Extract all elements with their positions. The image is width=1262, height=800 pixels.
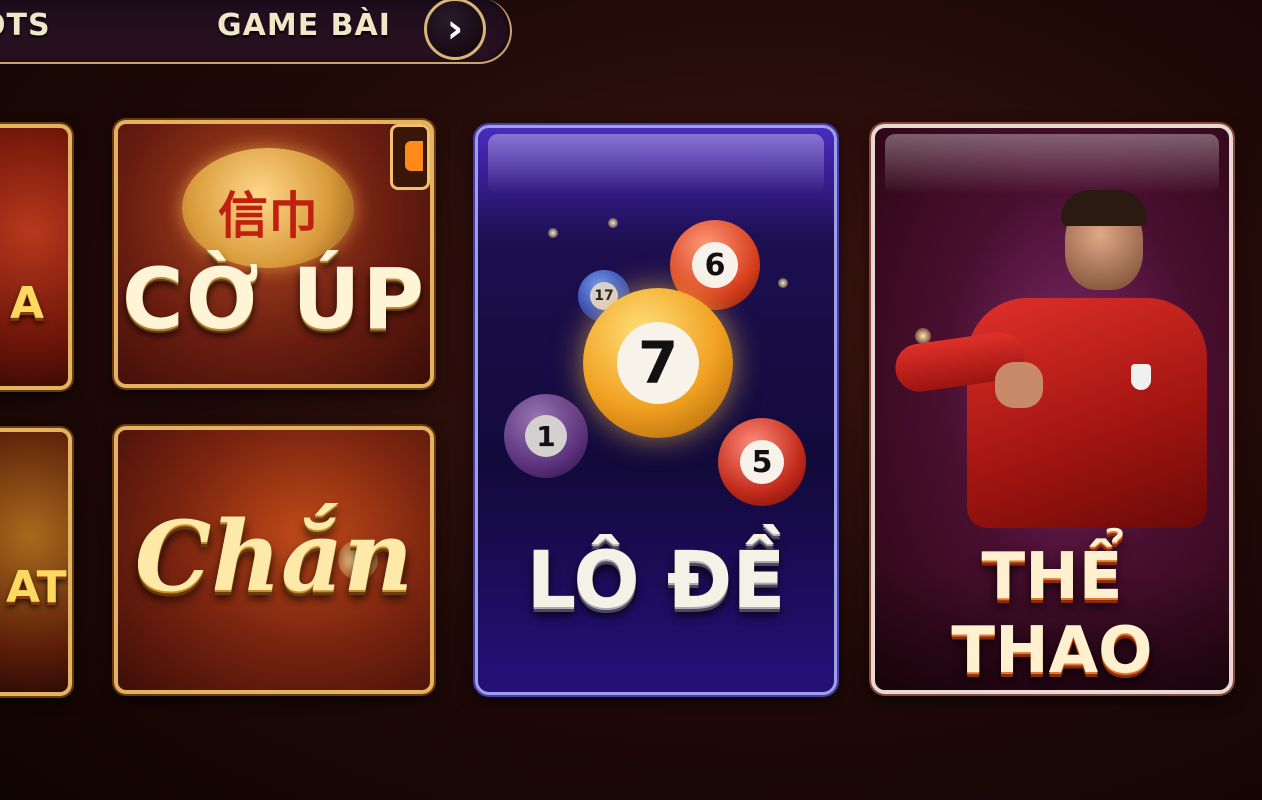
lottery-ball-1: 1 <box>504 394 588 478</box>
the-thao-title: THỂ THAO <box>951 540 1153 688</box>
lottery-ball-5: 5 <box>718 418 806 506</box>
chan-title: Chắn <box>134 500 414 613</box>
tab-slots[interactable]: OTS <box>0 8 51 43</box>
game-card-chan[interactable]: Chắn <box>114 426 434 694</box>
co-up-title: CỜ ÚP <box>121 250 427 348</box>
player-hair <box>1061 190 1147 226</box>
left-bottom-card-text: AT <box>6 562 67 613</box>
ball-number: 7 <box>617 322 699 404</box>
tab-game-bai[interactable]: GAME BÀI <box>217 8 391 43</box>
ball-number: 6 <box>692 242 738 288</box>
ball-number: 5 <box>740 440 784 484</box>
game-card-co-up[interactable]: 信巾 CỜ ÚP <box>114 120 434 388</box>
sparkle-icon <box>778 278 788 288</box>
lottery-ball-7: 7 <box>583 288 733 438</box>
card-gloss <box>885 134 1219 194</box>
left-top-card-text: A <box>10 278 45 329</box>
game-card-lo-de[interactable]: 1 17 6 5 7 LÔ ĐỀ <box>475 125 837 695</box>
card-gloss <box>488 134 824 194</box>
mobile-badge-icon <box>390 124 430 190</box>
coin-character: 信巾 <box>218 186 318 245</box>
chevron-right-icon[interactable]: › <box>424 0 486 60</box>
game-card-left-top[interactable]: A <box>0 124 72 390</box>
top-nav-bar: OTS GAME BÀI › <box>0 0 512 64</box>
next-glyph: › <box>446 6 464 52</box>
player-fist <box>995 362 1043 408</box>
game-card-left-bottom[interactable]: AT <box>0 428 72 696</box>
sparkle-icon <box>608 218 618 228</box>
ball-number: 1 <box>525 415 567 457</box>
team-crest-icon <box>1131 364 1151 390</box>
lo-de-title: LÔ ĐỀ <box>526 536 786 626</box>
game-card-the-thao[interactable]: THỂ THAO <box>871 124 1233 694</box>
sparkle-icon <box>548 228 558 238</box>
